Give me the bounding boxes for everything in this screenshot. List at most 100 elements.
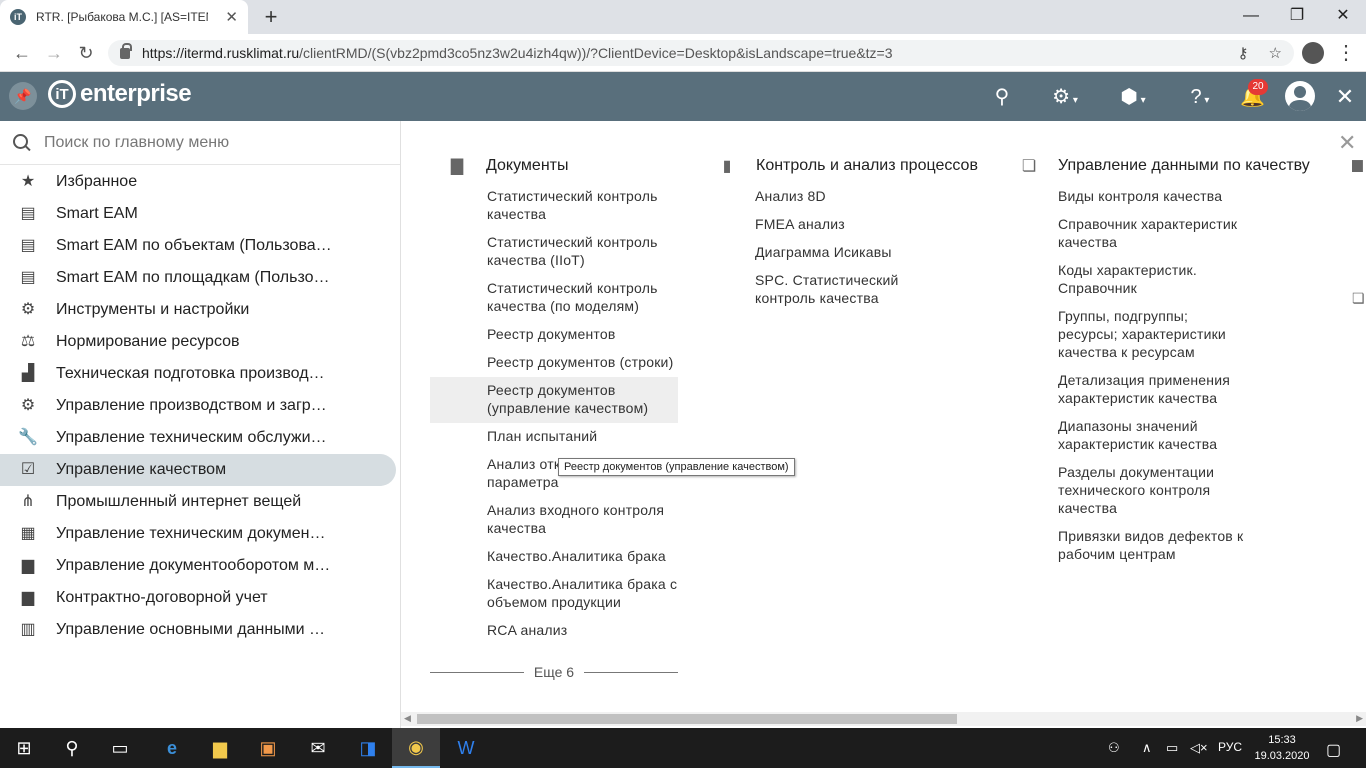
chrome-profile-icon[interactable]: [1302, 42, 1324, 64]
sidebar-item[interactable]: ▆ Управление документооборотом м…: [0, 550, 396, 582]
menu-link[interactable]: План испытаний: [430, 423, 678, 451]
search-icon: [12, 133, 32, 153]
help-dropdown-icon[interactable]: ? ▾: [1180, 84, 1220, 110]
search-icon[interactable]: ⚲: [48, 728, 96, 768]
network-tray-icon[interactable]: ▭: [1166, 740, 1178, 756]
sidebar-item[interactable]: ▤ Smart EAM по площадкам (Пользо…: [0, 262, 396, 294]
people-icon[interactable]: ⚇: [1108, 740, 1120, 756]
menu-link[interactable]: Группы, подгруппы; ресурсы; характеристи…: [1058, 303, 1250, 367]
file-explorer-icon[interactable]: ▆: [196, 728, 244, 768]
sidebar-item[interactable]: ▆ Контрактно-договорной учет: [0, 582, 396, 614]
pin-icon[interactable]: 📌: [9, 82, 37, 110]
notification-center-icon[interactable]: ▢: [1326, 740, 1341, 760]
window-close-icon[interactable]: ✕: [1320, 0, 1366, 32]
cube-dropdown-icon[interactable]: ⬢ ▾: [1112, 84, 1154, 110]
scrollbar-thumb[interactable]: [417, 714, 957, 724]
url-field[interactable]: https://itermd.rusklimat.ru/clientRMD/(S…: [108, 40, 1294, 66]
sidebar-item[interactable]: ▦ Управление техническим докумен…: [0, 518, 396, 550]
sidebar-item[interactable]: ⚙ Инструменты и настройки: [0, 294, 396, 326]
menu-link[interactable]: Справочник характеристик качества: [1058, 211, 1250, 257]
windows-start-icon[interactable]: ⊞: [0, 728, 48, 768]
menu-link[interactable]: Виды контроля качества: [1058, 183, 1250, 211]
menu-link[interactable]: Анализ входного контроля качества: [430, 497, 678, 543]
scroll-right-icon[interactable]: ▶: [1356, 713, 1363, 724]
section-process-control: ▮ Контроль и анализ процессов Анализ 8D F…: [718, 156, 998, 313]
settings-box-icon: ⚙: [20, 301, 36, 318]
sidebar-item-label: Избранное: [56, 173, 138, 190]
menu-link[interactable]: Качество.Аналитика брака с объемом проду…: [430, 571, 678, 617]
menu-link[interactable]: Анализ 8D: [755, 183, 918, 211]
menu-link[interactable]: Детализация применения характеристик кач…: [1058, 367, 1250, 413]
search-icon[interactable]: ⚲: [990, 84, 1014, 110]
menu-link[interactable]: Привязки видов дефектов к рабочим центра…: [1058, 523, 1250, 569]
back-arrow-icon[interactable]: ←: [10, 41, 34, 65]
favicon-icon: iT: [10, 9, 26, 25]
menu-link[interactable]: Реестр документов: [430, 321, 678, 349]
menu-link[interactable]: Реестр документов (строки): [430, 349, 678, 377]
menu-link[interactable]: Разделы документации технического контро…: [1058, 459, 1250, 523]
menu-link[interactable]: Статистический контроль качества (IIoT): [430, 229, 678, 275]
menu-link[interactable]: FMEA анализ: [755, 211, 918, 239]
clock-date: 19.03.2020: [1254, 750, 1310, 762]
menu-search-input[interactable]: [44, 133, 374, 152]
word-icon[interactable]: W: [442, 728, 490, 768]
tray-chevron-icon[interactable]: ∧: [1142, 740, 1152, 756]
sidebar-item-label: Инструменты и настройки: [56, 301, 250, 318]
new-tab-button[interactable]: +: [258, 4, 284, 30]
more-link[interactable]: Еще 6: [430, 662, 679, 682]
chrome-menu-icon[interactable]: ⋮: [1336, 40, 1356, 65]
task-view-icon[interactable]: ▭: [96, 728, 144, 768]
sidebar-item-label: Smart EAM: [56, 205, 138, 222]
store-icon[interactable]: ▣: [244, 728, 292, 768]
browser-tab[interactable]: iT RTR. [Рыбакова М.С.] [AS=ITENT ✕: [0, 0, 248, 34]
menu-link[interactable]: Коды характеристик. Справочник: [1058, 257, 1250, 303]
horizontal-scrollbar[interactable]: ◀ ▶: [401, 712, 1366, 726]
section-quality-data: ❏ Управление данными по качеству Виды ко…: [1020, 156, 1340, 569]
sidebar-item[interactable]: ☑ Управление качеством: [0, 454, 396, 486]
volume-icon[interactable]: ◁×: [1190, 740, 1208, 756]
menu-link[interactable]: Диапазоны значений характеристик качеств…: [1058, 413, 1250, 459]
app-logo[interactable]: iT enterprise: [48, 80, 192, 108]
close-panel-icon[interactable]: ✕: [1338, 130, 1356, 156]
menu-link[interactable]: Статистический контроль качества: [430, 183, 678, 229]
sidebar-item[interactable]: ▤ Smart EAM: [0, 198, 396, 230]
user-account-icon[interactable]: [1285, 81, 1315, 111]
wrench-icon: 🔧: [18, 429, 38, 446]
forward-arrow-icon[interactable]: →: [42, 41, 66, 65]
edge-icon[interactable]: e: [148, 728, 196, 768]
close-header-icon[interactable]: ✕: [1334, 84, 1356, 110]
tab-close-icon[interactable]: ✕: [225, 8, 238, 26]
menu-link[interactable]: SPC. Статистический контроль качества: [755, 267, 918, 313]
sidebar-item-label: Управление основными данными …: [56, 621, 326, 638]
menu-link[interactable]: Реестр документов (управление качеством): [430, 377, 678, 423]
menu-link[interactable]: Диаграмма Исикавы: [755, 239, 918, 267]
sidebar-item-label: Контрактно-договорной учет: [56, 589, 268, 606]
reload-icon[interactable]: ↻: [74, 41, 98, 65]
restore-icon[interactable]: ❐: [1274, 0, 1320, 32]
settings-dropdown-icon[interactable]: ⚙ ▾: [1044, 84, 1086, 110]
sidebar-item[interactable]: ⚖ Нормирование ресурсов: [0, 326, 396, 358]
file-icon: ▆: [21, 557, 35, 574]
scroll-left-icon[interactable]: ◀: [404, 713, 411, 724]
menu-link[interactable]: Статистический контроль качества (по мод…: [430, 275, 678, 321]
sidebar-item[interactable]: 🔧 Управление техническим обслужи…: [0, 422, 396, 454]
menu-link[interactable]: Качество.Аналитика брака: [430, 543, 678, 571]
sidebar-item[interactable]: ⋔ Промышленный интернет вещей: [0, 486, 396, 518]
key-icon[interactable]: ⚷: [1238, 44, 1249, 62]
sidebar-item[interactable]: ▤ Smart EAM по объектам (Пользова…: [0, 230, 396, 262]
file-icon: ▆: [21, 589, 35, 606]
sidebar-item[interactable]: ★ Избранное: [0, 166, 396, 198]
calendar-icon: ▤: [20, 205, 36, 222]
menu-link[interactable]: RCA анализ: [430, 617, 678, 645]
outlook-icon[interactable]: ◨: [344, 728, 392, 768]
mail-icon[interactable]: ✉: [294, 728, 342, 768]
language-indicator[interactable]: РУС: [1218, 740, 1242, 754]
sidebar-item[interactable]: ▥ Управление основными данными …: [0, 614, 396, 646]
sidebar-item[interactable]: ▟ Техническая подготовка производ…: [0, 358, 396, 390]
minimize-icon[interactable]: —: [1228, 0, 1274, 32]
chrome-icon[interactable]: ◉: [392, 728, 440, 768]
sidebar-item[interactable]: ⚙ Управление производством и загр…: [0, 390, 396, 422]
tooltip: Реестр документов (управление качеством): [558, 458, 795, 476]
clock[interactable]: 15:33 19.03.2020: [1250, 732, 1314, 764]
bookmark-star-icon[interactable]: ☆: [1269, 44, 1282, 62]
